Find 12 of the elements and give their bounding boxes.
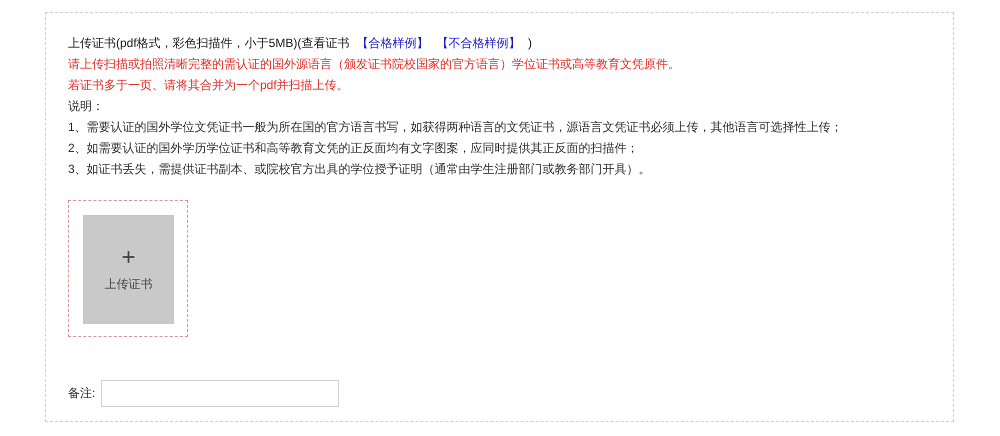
notes-title: 说明： (68, 98, 105, 115)
note-text: 2、如需要认证的国外学历学位证书和高等教育文凭的正反面均有文字图案，应同时提供其正反面的扫描件； (68, 140, 640, 157)
note-text: 3、如证书丢失，需提供证书副本、或院校官方出具的学位授予证明（通常由学生注册部门或教务部门开具）。 (68, 161, 652, 178)
sample-link[interactable]: 【合格样例】 (356, 36, 429, 50)
upload-button[interactable]: + 上传证书 (83, 215, 174, 324)
upload-instructions: 上传证书(pdf格式，彩色扫描件，小于5MB)(查看证书 【合格样例】 【不合格样例】 ) (68, 35, 534, 52)
note-text: 1、需要认证的国外学位文凭证书一般为所在国的官方语言书写，如获得两种语言的文凭证书，源语言文凭证书必须上传，其他语言可选择性上传； (68, 119, 844, 136)
warning-text: 若证书多于一页、请将其合并为一个pdf并扫描上传。 (68, 77, 350, 94)
remark-label: 备注: (68, 385, 96, 402)
remark-input[interactable] (101, 380, 340, 407)
warning-text: 请上传扫描或拍照清晰完整的需认证的国外源语言（颁发证书院校国家的官方语言）学位证书或高等教育文凭原件。 (68, 56, 681, 73)
sample-link[interactable]: 【不合格样例】 (436, 36, 521, 50)
